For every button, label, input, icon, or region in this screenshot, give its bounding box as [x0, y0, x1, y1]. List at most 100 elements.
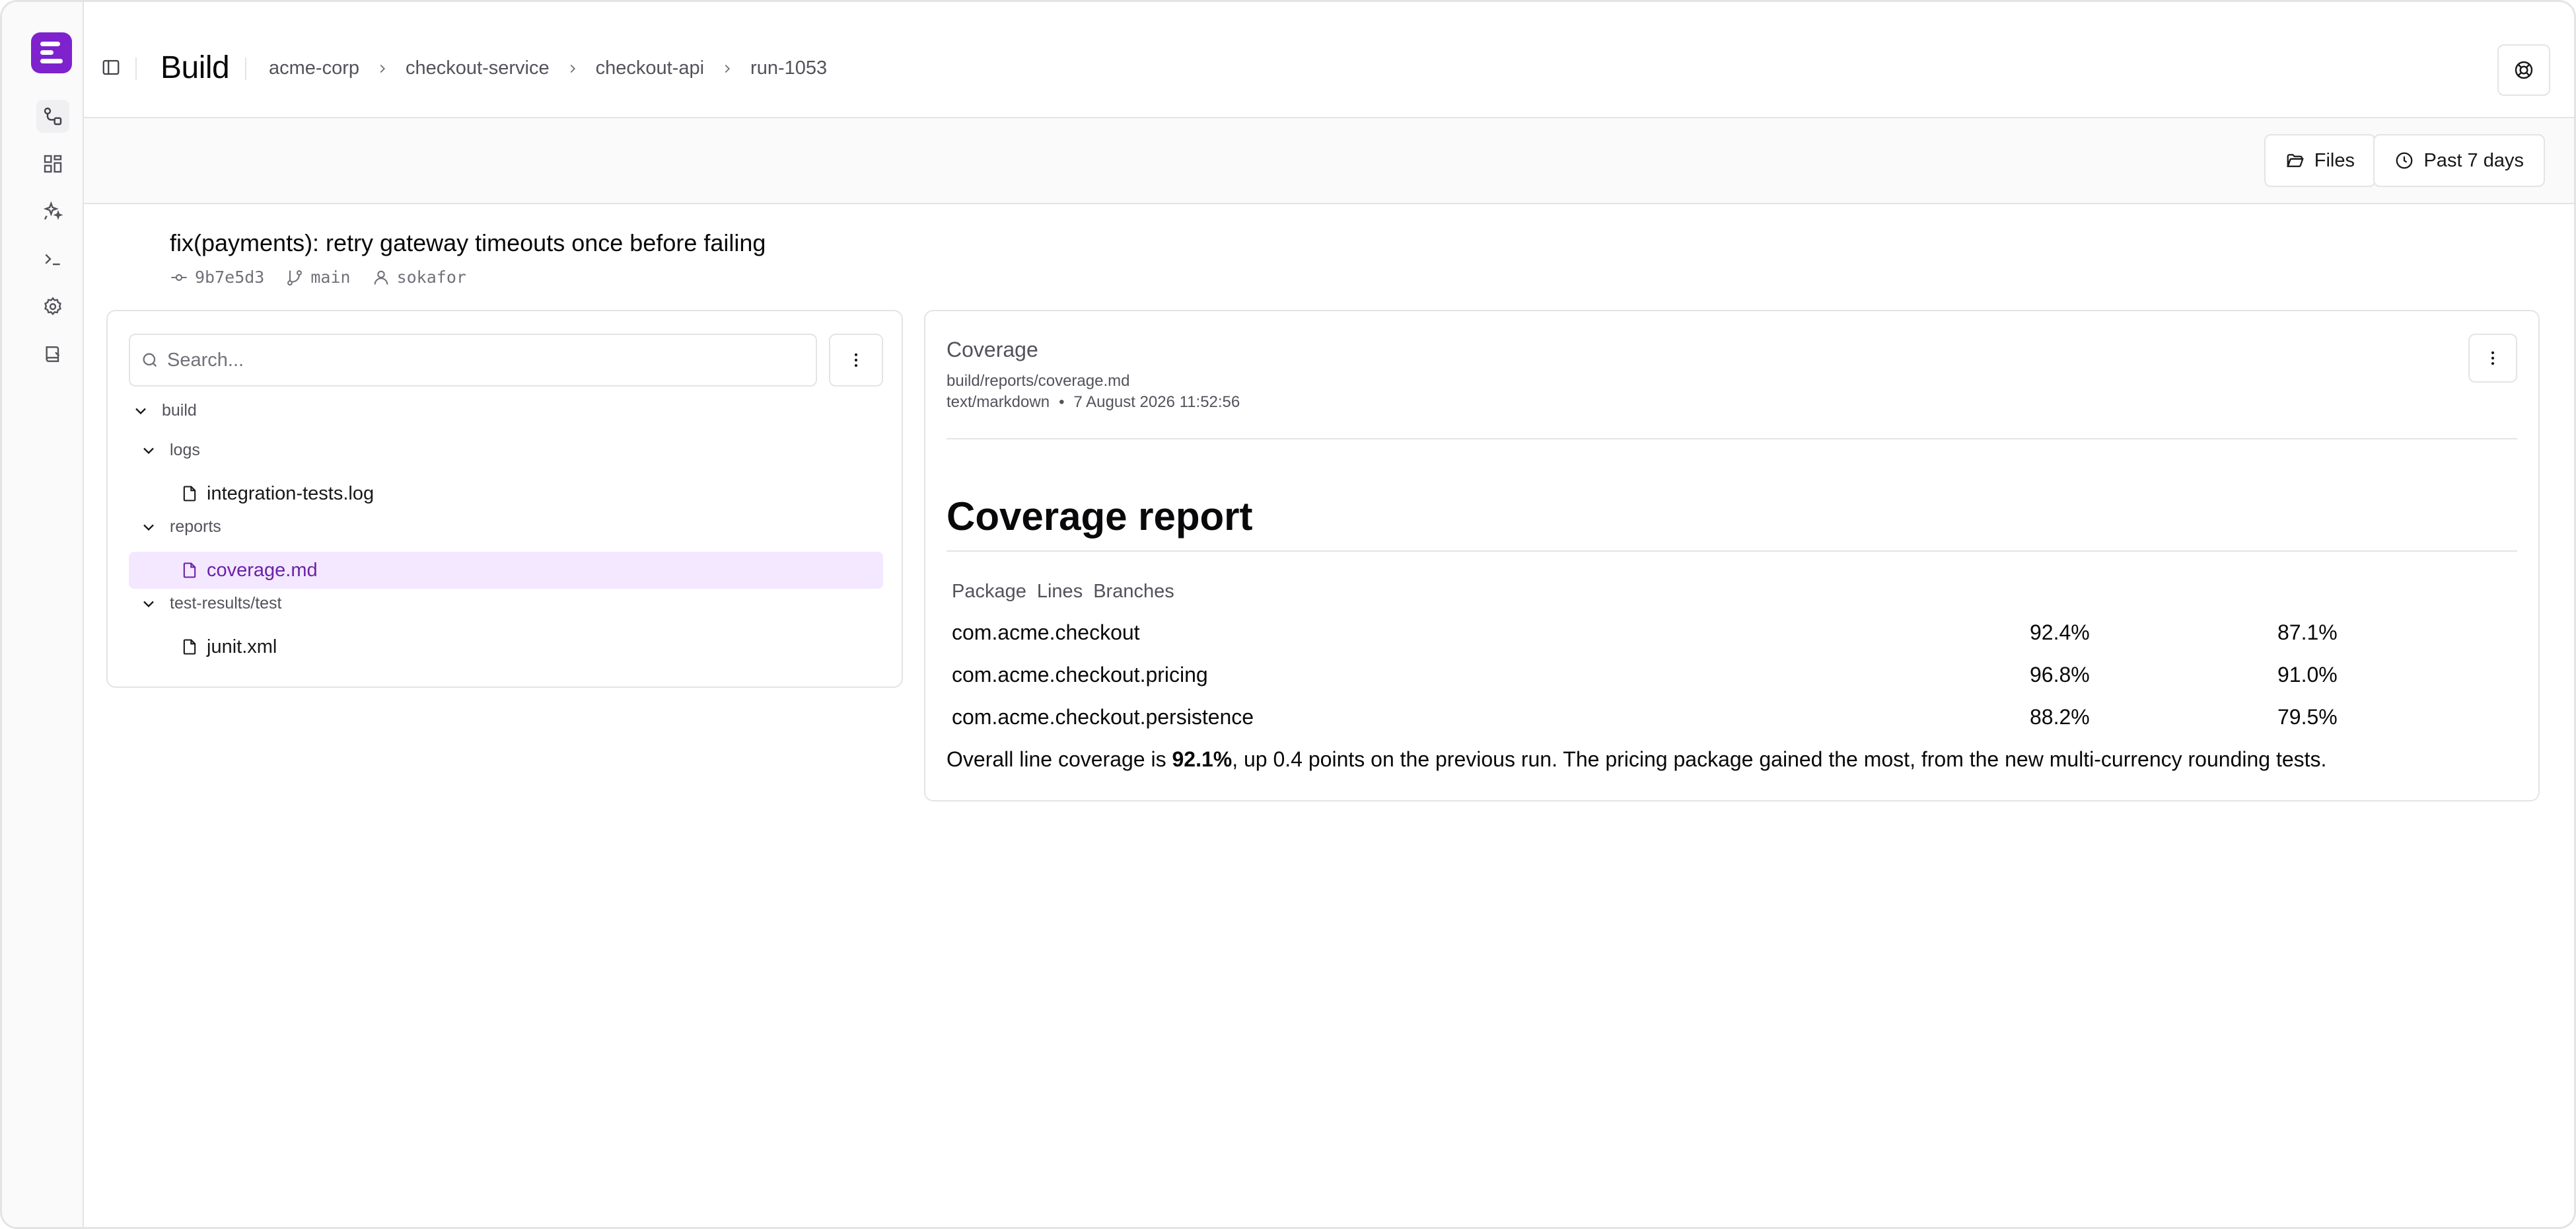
preview-mime: text/markdown	[947, 393, 1050, 411]
tree-folder-build[interactable]: build	[131, 401, 197, 420]
preview-divider	[947, 438, 2517, 439]
git-branch-icon	[287, 270, 303, 285]
chevron-down-icon	[143, 447, 154, 454]
folder-open-icon	[2286, 154, 2304, 167]
coverage-table-header: Package Lines Branches	[952, 581, 1174, 603]
markdown-divider	[947, 550, 2517, 552]
app-logo-icon[interactable]	[31, 32, 72, 73]
table-row: com.acme.checkout.persistence 88.2% 79.5…	[952, 705, 2511, 745]
commit-branch-text: main	[310, 268, 351, 287]
search-field[interactable]	[129, 334, 817, 387]
time-range-button[interactable]: Past 7 days	[2373, 134, 2545, 187]
time-range-label: Past 7 days	[2423, 149, 2524, 171]
app-window: Build acme-corp checkout-service checkou…	[0, 0, 2576, 1229]
breadcrumb-service[interactable]: checkout-service	[406, 57, 550, 79]
chevron-down-icon	[135, 408, 146, 414]
chevron-down-icon	[143, 601, 154, 607]
files-button[interactable]: Files	[2264, 134, 2376, 187]
more-vertical-icon	[854, 353, 858, 367]
chevron-down-icon	[143, 524, 154, 531]
tree-more-button[interactable]	[829, 334, 883, 387]
tree-folder-label: reports	[170, 517, 221, 536]
preview-path: build/reports/coverage.md	[947, 372, 1130, 390]
commit-message: fix(payments): retry gateway timeouts on…	[170, 229, 766, 256]
header-divider	[135, 57, 137, 80]
cell-branches: 87.1%	[2277, 620, 2338, 644]
git-commit-icon	[171, 274, 187, 281]
cell-lines: 92.4%	[2030, 620, 2090, 644]
meta-separator: •	[1059, 393, 1065, 411]
book-icon	[46, 346, 60, 362]
sidebar-toggle-button[interactable]	[97, 54, 125, 81]
tree-folder-label: logs	[170, 441, 200, 459]
commit-branch[interactable]: main	[285, 268, 351, 287]
top-bar: Build acme-corp checkout-service checkou…	[84, 2, 2574, 118]
markdown-heading: Coverage report	[947, 494, 1253, 539]
preview-more-button[interactable]	[2468, 334, 2517, 383]
commit-author-text: sokafor	[396, 268, 466, 287]
coverage-summary: Overall line coverage is 92.1%, up 0.4 p…	[947, 747, 2326, 772]
col-lines: Lines	[1036, 581, 1083, 602]
sparkles-icon	[43, 201, 63, 220]
search-input[interactable]	[167, 349, 762, 371]
tree-file-junit[interactable]: junit.xml	[129, 628, 883, 665]
preview-title: Coverage	[947, 338, 1038, 361]
breadcrumb-project[interactable]: checkout-api	[596, 57, 704, 79]
breadcrumb: acme-corp checkout-service checkout-api …	[269, 57, 827, 79]
tree-file-label: integration-tests.log	[207, 482, 375, 504]
commit-meta: 9b7e5d3 main sokafor	[170, 268, 466, 287]
gear-icon	[44, 297, 61, 316]
commit-author[interactable]: sokafor	[372, 268, 466, 287]
files-button-label: Files	[2314, 149, 2355, 171]
tree-file-integration-tests[interactable]: integration-tests.log	[129, 475, 883, 512]
toolbar: Files Past 7 days	[84, 118, 2574, 204]
col-package: Package	[952, 581, 1026, 602]
more-vertical-icon	[2491, 351, 2495, 365]
tree-file-coverage[interactable]: coverage.md	[129, 552, 883, 589]
left-rail	[2, 2, 84, 1227]
tree-folder-label: test-results/test	[170, 594, 282, 613]
commit-sha-text: 9b7e5d3	[195, 268, 265, 287]
commit-sha[interactable]: 9b7e5d3	[170, 268, 264, 287]
cell-package: com.acme.checkout.persistence	[952, 705, 1254, 729]
cell-branches: 79.5%	[2277, 705, 2338, 729]
rail-terminal-button[interactable]	[36, 242, 69, 276]
cell-lines: 96.8%	[2030, 663, 2090, 687]
cell-branches: 91.0%	[2277, 663, 2338, 687]
breadcrumb-org[interactable]: acme-corp	[269, 57, 359, 79]
cell-package: com.acme.checkout	[952, 620, 1140, 644]
rail-dashboard-button[interactable]	[36, 147, 69, 180]
chevron-right-icon	[565, 61, 580, 76]
tree-folder-logs[interactable]: logs	[139, 441, 200, 460]
chevron-right-icon	[720, 61, 734, 76]
file-icon	[183, 562, 196, 578]
file-preview-panel: Coverage build/reports/coverage.md text/…	[924, 310, 2540, 801]
cell-package: com.acme.checkout.pricing	[952, 663, 1208, 687]
tree-folder-test-results[interactable]: test-results/test	[139, 594, 282, 613]
tree-file-label: junit.xml	[207, 636, 277, 657]
col-branches: Branches	[1093, 581, 1174, 602]
support-button[interactable]	[2497, 44, 2550, 96]
summary-text: , up 0.4 points on the previous run. The…	[1232, 747, 2327, 771]
table-row: com.acme.checkout.pricing 96.8% 91.0%	[952, 663, 2511, 702]
tree-file-label: coverage.md	[207, 559, 318, 581]
rail-pipelines-button[interactable]	[36, 100, 69, 133]
terminal-icon	[45, 254, 60, 266]
sidebar-toggle-icon	[102, 59, 120, 75]
search-icon	[143, 353, 157, 367]
preview-timestamp: 7 August 2026 11:52:56	[1073, 393, 1240, 411]
cell-lines: 88.2%	[2030, 705, 2090, 729]
pipeline-icon	[44, 107, 62, 126]
rail-docs-button[interactable]	[36, 338, 69, 371]
rail-ai-button[interactable]	[36, 195, 69, 228]
preview-meta: text/markdown • 7 August 2026 11:52:56	[947, 393, 1240, 412]
header-divider	[245, 57, 246, 80]
dashboard-icon	[44, 155, 62, 173]
file-tree-panel: build logs integration-tests.log reports…	[106, 310, 903, 688]
file-icon	[183, 486, 196, 502]
tree-folder-reports[interactable]: reports	[139, 517, 221, 537]
summary-highlight: 92.1%	[1172, 747, 1233, 771]
breadcrumb-run[interactable]: run-1053	[750, 57, 827, 79]
summary-text: Overall line coverage is	[947, 747, 1172, 771]
rail-settings-button[interactable]	[36, 290, 69, 323]
